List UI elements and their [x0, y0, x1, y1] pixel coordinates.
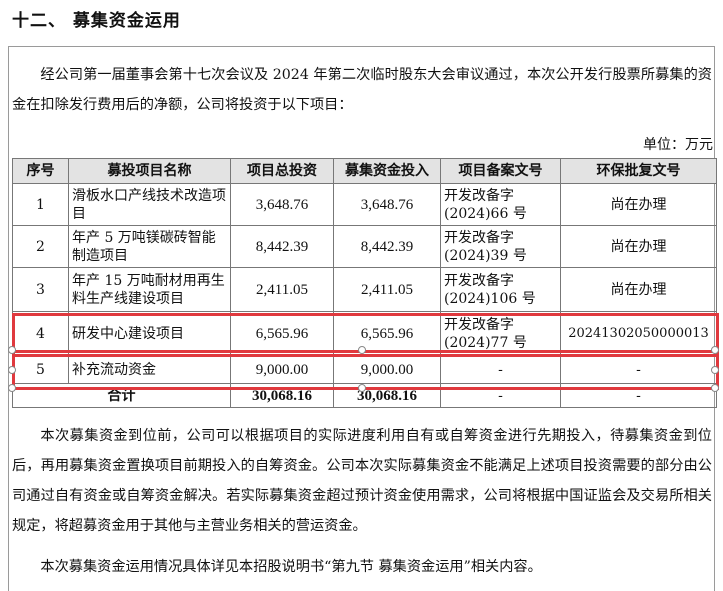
cell-no: 4 — [12, 311, 69, 356]
table-row: 1 滑板水口产线技术改造项目 3,648.76 3,648.76 开发改备字(2… — [12, 183, 717, 226]
total-filing: - — [440, 383, 561, 408]
investment-table: 序号 募投项目名称 项目总投资 募集资金投入 项目备案文号 环保批复文号 1 滑… — [12, 158, 717, 408]
cell-filing: - — [440, 355, 561, 384]
section-heading: 十二、 募集资金运用 — [12, 11, 181, 31]
table-row: 5 补充流动资金 9,000.00 9,000.00 - - — [12, 355, 717, 384]
cell-name: 年产 15 万吨耐材用再生料生产线建设项目 — [68, 267, 231, 312]
cell-no: 2 — [12, 225, 69, 268]
table-row: 3 年产 15 万吨耐材用再生料生产线建设项目 2,411.05 2,411.0… — [12, 267, 717, 312]
cell-filing: 开发改备字(2024)77 号 — [440, 311, 561, 356]
resize-handle[interactable] — [358, 346, 366, 354]
cell-name: 滑板水口产线技术改造项目 — [68, 183, 231, 226]
unit-label: 单位：万元 — [643, 137, 713, 153]
cell-env: 尚在办理 — [560, 183, 717, 226]
cell-total: 9,000.00 — [230, 355, 334, 384]
table-header-row: 序号 募投项目名称 项目总投资 募集资金投入 项目备案文号 环保批复文号 — [12, 158, 717, 184]
resize-handle[interactable] — [8, 346, 16, 354]
total-label: 合计 — [12, 383, 231, 408]
cell-name: 补充流动资金 — [68, 355, 231, 384]
cell-env: 尚在办理 — [560, 267, 717, 312]
resize-handle[interactable] — [8, 384, 16, 392]
table-row: 2 年产 5 万吨镁碳砖智能制造项目 8,442.39 8,442.39 开发改… — [12, 225, 717, 268]
total-raised: 30,068.16 — [333, 383, 441, 408]
resize-handle[interactable] — [8, 366, 16, 374]
cell-total: 3,648.76 — [230, 183, 334, 226]
cell-filing: 开发改备字(2024)66 号 — [440, 183, 561, 226]
resize-handle[interactable] — [358, 384, 366, 392]
header-raised: 募集资金投入 — [333, 158, 441, 184]
cell-no: 3 — [12, 267, 69, 312]
cell-env: 20241302050000013 — [560, 311, 717, 356]
resize-handle[interactable] — [711, 366, 719, 374]
cell-name: 年产 5 万吨镁碳砖智能制造项目 — [68, 225, 231, 268]
resize-handle[interactable] — [711, 346, 719, 354]
total-total: 30,068.16 — [230, 383, 334, 408]
cell-total: 6,565.96 — [230, 311, 334, 356]
cell-filing: 开发改备字(2024)106 号 — [440, 267, 561, 312]
reference-paragraph: 本次募集资金运用情况具体详见本招股说明书“第九节 募集资金运用”相关内容。 — [40, 559, 542, 575]
intro-paragraph: 经公司第一届董事会第十七次会议及 2024 年第二次临时股东大会审议通过，本次公… — [12, 67, 712, 113]
header-filing: 项目备案文号 — [440, 158, 561, 184]
cell-raised: 2,411.05 — [333, 267, 441, 312]
body-paragraph: 本次募集资金到位前，公司可以根据项目的实际进度利用自有或自筹资金进行先期投入，待… — [12, 428, 712, 534]
header-name: 募投项目名称 — [68, 158, 231, 184]
cell-raised: 9,000.00 — [333, 355, 441, 384]
cell-raised: 6,565.96 — [333, 311, 441, 356]
cell-name: 研发中心建设项目 — [68, 311, 231, 356]
cell-env: - — [560, 355, 717, 384]
cell-env: 尚在办理 — [560, 225, 717, 268]
total-env: - — [560, 383, 717, 408]
cell-raised: 3,648.76 — [333, 183, 441, 226]
header-env: 环保批复文号 — [560, 158, 717, 184]
header-total: 项目总投资 — [230, 158, 334, 184]
cell-no: 1 — [12, 183, 69, 226]
cell-filing: 开发改备字(2024)39 号 — [440, 225, 561, 268]
cell-raised: 8,442.39 — [333, 225, 441, 268]
cell-total: 2,411.05 — [230, 267, 334, 312]
header-no: 序号 — [12, 158, 69, 184]
resize-handle[interactable] — [711, 384, 719, 392]
cell-total: 8,442.39 — [230, 225, 334, 268]
cell-no: 5 — [12, 355, 69, 384]
